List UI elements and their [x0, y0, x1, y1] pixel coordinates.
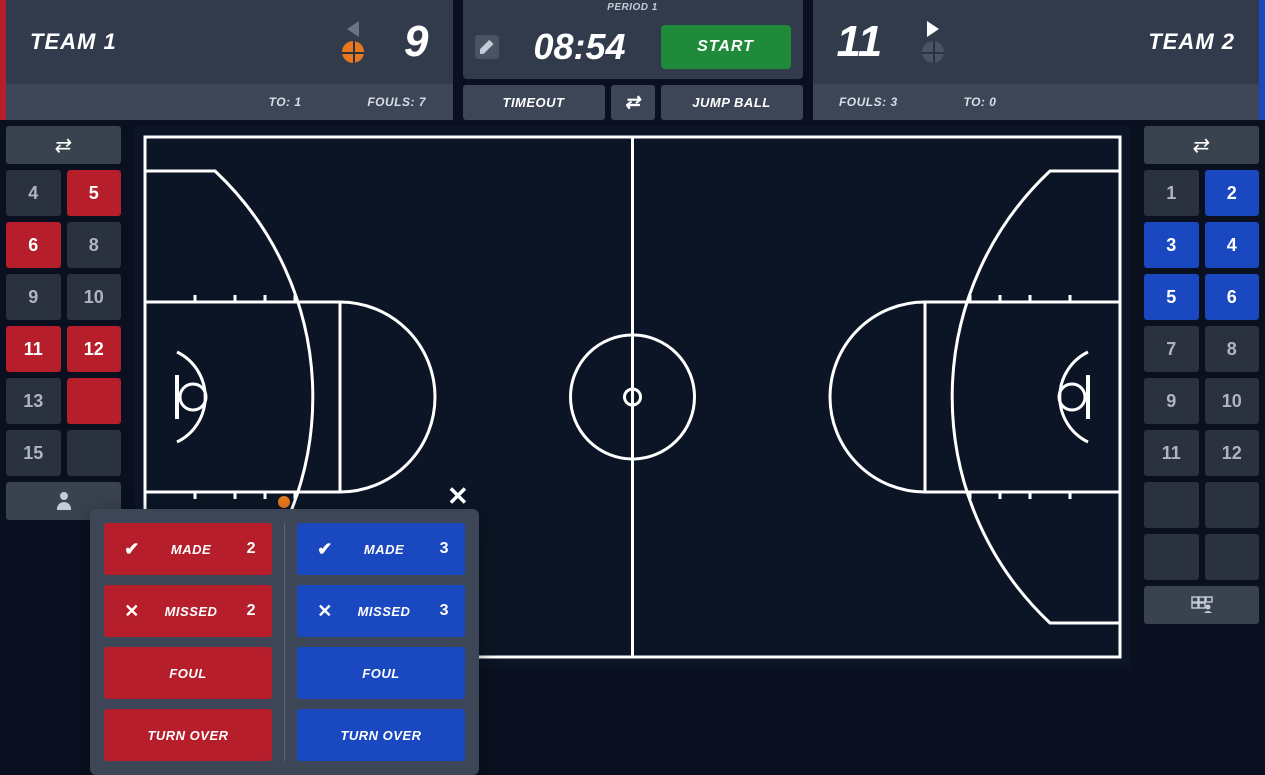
team2-substitute-button[interactable]: [1144, 126, 1259, 164]
grid-person-icon: [1191, 596, 1213, 614]
shot-location-marker[interactable]: [278, 496, 290, 508]
shot-action-popup: ✔ Made 2 ✕ Missed 2 Foul Turn Over ✔ Mad…: [90, 509, 479, 775]
made-2pt-button[interactable]: ✔ Made 2: [104, 523, 272, 575]
player-cell[interactable]: 1: [1144, 170, 1199, 216]
player-cell[interactable]: 8: [67, 222, 122, 268]
player-cell[interactable]: 2: [1205, 170, 1260, 216]
player-cell[interactable]: 6: [6, 222, 61, 268]
team1-timeouts: TO: 1: [229, 95, 341, 109]
team1-panel: Team 1 9 TO: 1 Fouls: 7: [0, 0, 453, 120]
team1-score: 9: [404, 17, 428, 67]
team2-name: Team 2: [1148, 29, 1235, 55]
team2-indicators: [922, 21, 944, 63]
team2-boxscore-button[interactable]: [1144, 586, 1259, 624]
basketball-icon[interactable]: [342, 41, 364, 63]
edit-clock-button[interactable]: [475, 35, 499, 59]
team2-score: 11: [837, 17, 883, 67]
turnover-blue-button[interactable]: Turn Over: [297, 709, 465, 761]
team2-timeouts: TO: 0: [924, 95, 1036, 109]
check-icon: ✔: [120, 539, 144, 560]
team1-substitute-button[interactable]: [6, 126, 121, 164]
team1-roster: 4568910111213 15: [6, 126, 121, 520]
player-cell[interactable]: [1205, 482, 1260, 528]
player-cell[interactable]: 6: [1205, 274, 1260, 320]
player-cell[interactable]: [1205, 534, 1260, 580]
player-cell[interactable]: 5: [67, 170, 122, 216]
x-icon: ✕: [120, 601, 144, 622]
start-clock-button[interactable]: Start: [661, 25, 791, 69]
player-cell[interactable]: 4: [6, 170, 61, 216]
foul-red-button[interactable]: Foul: [104, 647, 272, 699]
team2-panel: 11 Team 2 Fouls: 3 TO: 0: [813, 0, 1265, 120]
team2-roster: 123456789101112: [1144, 126, 1259, 624]
basketball-icon[interactable]: [922, 41, 944, 63]
team1-name: Team 1: [30, 29, 117, 55]
shuffle-icon: [1193, 133, 1210, 158]
center-panel: Period 1 08:54 Start Timeout Jump Ball: [463, 0, 803, 120]
player-cell[interactable]: 9: [6, 274, 61, 320]
player-cell[interactable]: 10: [1205, 378, 1260, 424]
check-icon: ✔: [313, 539, 337, 560]
player-cell[interactable]: [1144, 482, 1199, 528]
player-cell[interactable]: 7: [1144, 326, 1199, 372]
swap-icon: [625, 92, 641, 113]
swap-possession-button[interactable]: [611, 85, 655, 120]
team1-fouls: Fouls: 7: [341, 95, 453, 109]
player-cell[interactable]: 3: [1144, 222, 1199, 268]
person-icon: [55, 492, 73, 510]
player-cell[interactable]: 15: [6, 430, 61, 476]
team2-fouls: Fouls: 3: [813, 95, 925, 109]
player-cell[interactable]: [67, 430, 122, 476]
possession-arrow-left-icon[interactable]: [347, 21, 359, 37]
possession-arrow-right-icon[interactable]: [927, 21, 939, 37]
shuffle-icon: [55, 133, 72, 158]
close-popup-button[interactable]: ✕: [447, 481, 469, 512]
game-clock: 08:54: [511, 26, 649, 68]
missed-3pt-button[interactable]: ✕ Missed 3: [297, 585, 465, 637]
player-cell[interactable]: 9: [1144, 378, 1199, 424]
player-cell[interactable]: [1144, 534, 1199, 580]
player-cell[interactable]: 4: [1205, 222, 1260, 268]
x-icon: ✕: [313, 601, 337, 622]
player-cell[interactable]: 12: [1205, 430, 1260, 476]
player-cell[interactable]: 8: [1205, 326, 1260, 372]
foul-blue-button[interactable]: Foul: [297, 647, 465, 699]
player-cell[interactable]: 11: [6, 326, 61, 372]
turnover-red-button[interactable]: Turn Over: [104, 709, 272, 761]
made-3pt-button[interactable]: ✔ Made 3: [297, 523, 465, 575]
missed-2pt-button[interactable]: ✕ Missed 2: [104, 585, 272, 637]
player-cell[interactable]: 11: [1144, 430, 1199, 476]
player-cell[interactable]: 10: [67, 274, 122, 320]
player-cell[interactable]: 5: [1144, 274, 1199, 320]
team1-indicators: [342, 21, 364, 63]
period-label: Period 1: [463, 0, 803, 15]
jumpball-button[interactable]: Jump Ball: [661, 85, 803, 120]
player-cell[interactable]: [67, 378, 122, 424]
timeout-button[interactable]: Timeout: [463, 85, 605, 120]
player-cell[interactable]: 12: [67, 326, 122, 372]
pencil-icon: [480, 40, 494, 54]
player-cell[interactable]: 13: [6, 378, 61, 424]
